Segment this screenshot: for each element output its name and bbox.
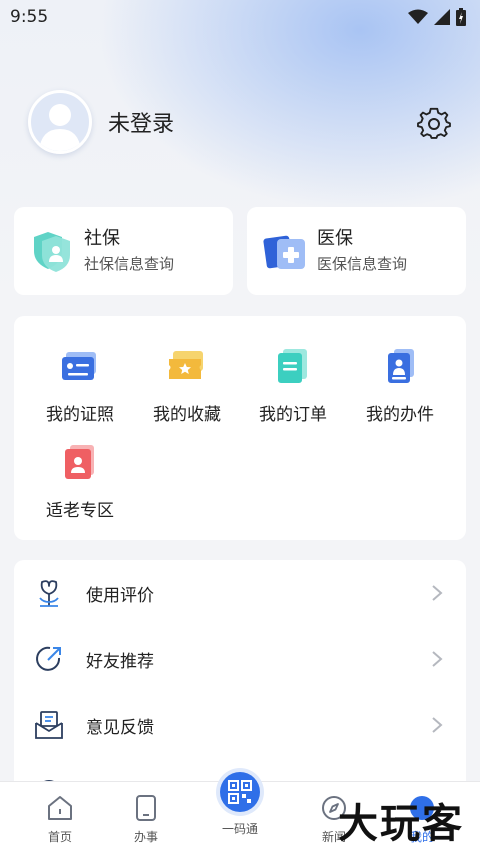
list-item-friend-recommend[interactable]: 好友推荐 bbox=[14, 626, 466, 692]
tab-label: 一码通 bbox=[221, 822, 258, 836]
watermark-logo: 大玩客 bbox=[338, 801, 464, 847]
service-title: 社保 bbox=[84, 228, 120, 249]
service-subtitle: 社保信息查询 bbox=[84, 255, 175, 273]
tab-one-code[interactable]: 一码通 bbox=[192, 768, 288, 853]
list-label: 使用评价 bbox=[86, 585, 154, 606]
grid-label: 我的证照 bbox=[46, 405, 114, 425]
elderly-zone-icon bbox=[65, 445, 94, 479]
chevron-right-icon bbox=[432, 651, 443, 667]
avatar[interactable] bbox=[28, 90, 92, 154]
my-services-grid: 我的证照 我的收藏 我的订单 我的办件 适老专区 bbox=[14, 316, 466, 540]
tab-home[interactable]: 首页 bbox=[12, 782, 108, 853]
grid-item-my-orders[interactable]: 我的订单 bbox=[240, 346, 346, 425]
order-document-icon bbox=[278, 349, 307, 383]
cellular-signal-icon bbox=[434, 9, 450, 25]
wifi-icon bbox=[408, 9, 428, 24]
feedback-mail-icon bbox=[35, 711, 63, 739]
favorites-ticket-icon bbox=[169, 351, 203, 379]
status-bar: 9:55 bbox=[0, 0, 480, 34]
grid-item-elderly-zone[interactable]: 适老专区 bbox=[27, 442, 133, 521]
qr-code-icon bbox=[216, 768, 264, 816]
profile-header[interactable]: 未登录 bbox=[28, 90, 174, 154]
settings-list: 使用评价 好友推荐 意见反馈 bbox=[14, 560, 466, 800]
grid-item-my-favorites[interactable]: 我的收藏 bbox=[134, 346, 240, 425]
battery-charging-icon bbox=[456, 8, 466, 26]
list-label: 好友推荐 bbox=[86, 651, 154, 672]
case-file-icon bbox=[388, 349, 414, 383]
grid-label: 我的订单 bbox=[259, 405, 327, 425]
flower-review-icon bbox=[39, 580, 59, 607]
home-icon bbox=[48, 796, 72, 820]
status-time: 9:55 bbox=[10, 7, 49, 27]
grid-item-my-licenses[interactable]: 我的证照 bbox=[27, 346, 133, 425]
gear-icon bbox=[417, 107, 451, 139]
tab-services[interactable]: 办事 bbox=[98, 782, 194, 853]
tab-label: 办事 bbox=[133, 830, 158, 844]
default-user-avatar-icon bbox=[39, 104, 81, 151]
tablet-icon bbox=[136, 795, 156, 821]
grid-label: 我的收藏 bbox=[153, 405, 221, 425]
list-item-usage-review[interactable]: 使用评价 bbox=[14, 560, 466, 626]
social-security-shield-icon bbox=[34, 232, 70, 272]
medical-insurance-card-icon bbox=[263, 235, 305, 269]
grid-label: 我的办件 bbox=[366, 405, 434, 425]
settings-button[interactable] bbox=[416, 106, 452, 142]
list-label: 意见反馈 bbox=[86, 717, 154, 738]
medical-insurance-card[interactable]: 医保 医保信息查询 bbox=[247, 207, 466, 295]
grid-item-my-cases[interactable]: 我的办件 bbox=[347, 346, 453, 425]
social-security-text: 社保 社保信息查询 bbox=[84, 228, 174, 274]
grid-label: 适老专区 bbox=[46, 501, 114, 521]
id-card-icon bbox=[62, 352, 96, 380]
chevron-right-icon bbox=[432, 717, 443, 733]
tab-label: 首页 bbox=[47, 830, 72, 844]
status-icons bbox=[408, 8, 466, 26]
share-arrow-icon bbox=[36, 646, 61, 671]
login-status-text[interactable]: 未登录 bbox=[108, 106, 174, 138]
service-subtitle: 医保信息查询 bbox=[317, 255, 408, 273]
medical-insurance-text: 医保 医保信息查询 bbox=[317, 228, 407, 274]
service-title: 医保 bbox=[317, 228, 353, 249]
chevron-right-icon bbox=[432, 585, 443, 601]
social-security-card[interactable]: 社保 社保信息查询 bbox=[14, 207, 233, 295]
list-item-feedback[interactable]: 意见反馈 bbox=[14, 692, 466, 758]
